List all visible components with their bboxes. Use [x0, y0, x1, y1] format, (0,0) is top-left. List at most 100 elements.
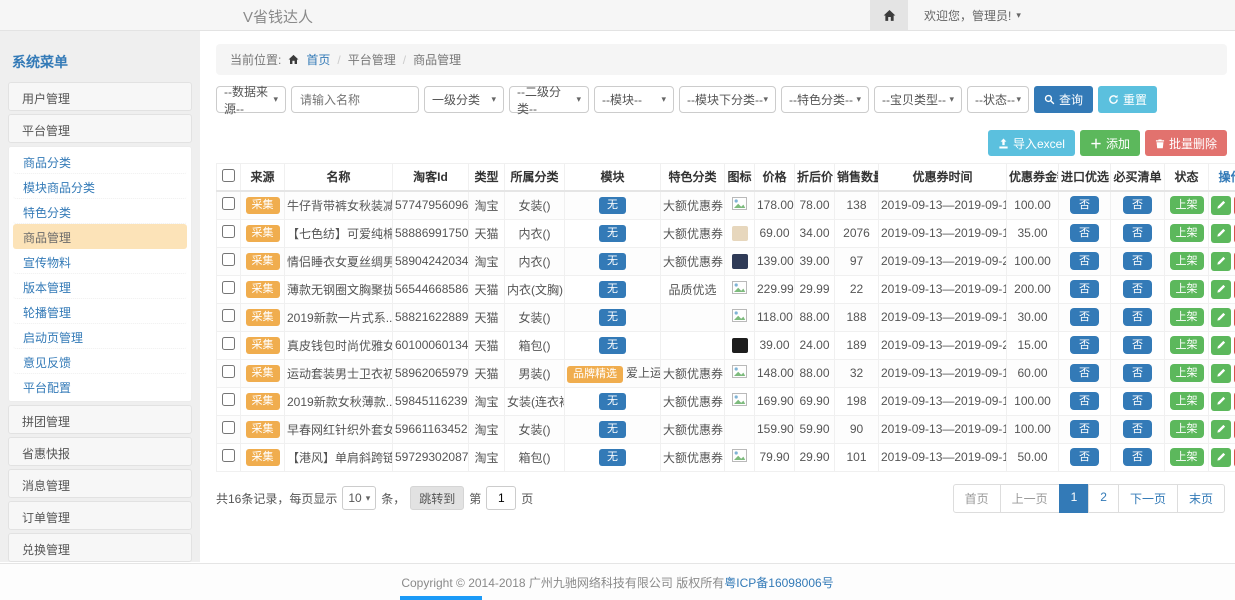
status-toggle[interactable]: 上架 — [1170, 392, 1204, 410]
sidebar-item-特色分类[interactable]: 特色分类 — [13, 199, 187, 224]
reset-button[interactable]: 重置 — [1098, 86, 1157, 113]
edit-button[interactable] — [1211, 392, 1231, 411]
import-select-toggle[interactable]: 否 — [1070, 196, 1099, 214]
status-toggle[interactable]: 上架 — [1170, 280, 1204, 298]
jump-page-input[interactable] — [486, 486, 516, 510]
status-toggle[interactable]: 上架 — [1170, 252, 1204, 270]
row-checkbox[interactable] — [222, 449, 235, 462]
filter-select-特色分类[interactable]: --特色分类--▾ — [781, 86, 869, 113]
per-page-select[interactable]: 10 ▾ — [342, 486, 376, 510]
edit-button[interactable] — [1211, 448, 1231, 467]
cell-sales: 2076 — [835, 219, 879, 247]
status-toggle[interactable]: 上架 — [1170, 196, 1204, 214]
pager-button-下一页[interactable]: 下一页 — [1118, 484, 1178, 513]
status-toggle[interactable]: 上架 — [1170, 420, 1204, 438]
import-select-toggle[interactable]: 否 — [1070, 392, 1099, 410]
must-buy-toggle[interactable]: 否 — [1123, 196, 1152, 214]
sidebar-group-兑换管理[interactable]: 兑换管理 — [8, 533, 192, 562]
status-toggle[interactable]: 上架 — [1170, 224, 1204, 242]
jump-button[interactable]: 跳转到 — [410, 486, 464, 510]
import-select-toggle[interactable]: 否 — [1070, 420, 1099, 438]
import-select-toggle[interactable]: 否 — [1070, 280, 1099, 298]
sidebar-item-平台配置[interactable]: 平台配置 — [13, 374, 187, 399]
must-buy-toggle[interactable]: 否 — [1123, 280, 1152, 298]
breadcrumb-home-link[interactable]: 首页 — [306, 51, 330, 68]
home-button[interactable] — [870, 0, 908, 30]
filter-select-模块下分类[interactable]: --模块下分类--▾ — [679, 86, 776, 113]
cell-source: 采集 — [241, 415, 285, 443]
edit-button[interactable] — [1211, 336, 1231, 355]
sidebar-group-平台管理[interactable]: 平台管理 — [8, 114, 192, 143]
pager-button-末页[interactable]: 末页 — [1177, 484, 1225, 513]
edit-button[interactable] — [1211, 196, 1231, 215]
icp-link[interactable]: 粤ICP备16098006号 — [724, 574, 833, 591]
sidebar-item-模块商品分类[interactable]: 模块商品分类 — [13, 174, 187, 199]
import-excel-button[interactable]: 导入excel — [988, 130, 1075, 156]
row-checkbox[interactable] — [222, 421, 235, 434]
import-select-toggle[interactable]: 否 — [1070, 308, 1099, 326]
edit-button[interactable] — [1211, 252, 1231, 271]
must-buy-toggle[interactable]: 否 — [1123, 308, 1152, 326]
pager-button-首页[interactable]: 首页 — [953, 484, 1001, 513]
cell-discount_price: 29.99 — [795, 275, 835, 303]
search-button[interactable]: 查询 — [1034, 86, 1093, 113]
sidebar-group-用户管理[interactable]: 用户管理 — [8, 82, 192, 111]
row-checkbox[interactable] — [222, 309, 235, 322]
row-checkbox[interactable] — [222, 393, 235, 406]
filter-select-状态[interactable]: --状态--▾ — [967, 86, 1029, 113]
filter-select-二级分类[interactable]: --二级分类--▾ — [509, 86, 589, 113]
status-toggle[interactable]: 上架 — [1170, 336, 1204, 354]
sidebar-item-轮播管理[interactable]: 轮播管理 — [13, 299, 187, 324]
sidebar-group-订单管理[interactable]: 订单管理 — [8, 501, 192, 530]
sidebar-item-意见反馈[interactable]: 意见反馈 — [13, 349, 187, 374]
must-buy-toggle[interactable]: 否 — [1123, 364, 1152, 382]
must-buy-toggle[interactable]: 否 — [1123, 420, 1152, 438]
status-toggle[interactable]: 上架 — [1170, 364, 1204, 382]
import-select-toggle[interactable]: 否 — [1070, 252, 1099, 270]
filter-select-宝贝类型[interactable]: --宝贝类型--▾ — [874, 86, 962, 113]
pager-button-上一页[interactable]: 上一页 — [1000, 484, 1060, 513]
sidebar-item-商品分类[interactable]: 商品分类 — [13, 149, 187, 174]
must-buy-toggle[interactable]: 否 — [1123, 224, 1152, 242]
status-toggle[interactable]: 上架 — [1170, 448, 1204, 466]
row-checkbox[interactable] — [222, 225, 235, 238]
row-checkbox[interactable] — [222, 337, 235, 350]
must-buy-toggle[interactable]: 否 — [1123, 448, 1152, 466]
add-button[interactable]: ＋ 添加 — [1080, 130, 1140, 156]
sidebar-item-商品管理[interactable]: 商品管理 — [13, 224, 187, 249]
import-select-toggle[interactable]: 否 — [1070, 448, 1099, 466]
edit-button[interactable] — [1211, 364, 1231, 383]
must-buy-toggle[interactable]: 否 — [1123, 336, 1152, 354]
select-all-checkbox[interactable] — [222, 169, 235, 182]
filter-select-模块[interactable]: --模块--▾ — [594, 86, 674, 113]
sidebar-group-省惠快报[interactable]: 省惠快报 — [8, 437, 192, 466]
import-select-toggle[interactable]: 否 — [1070, 224, 1099, 242]
user-menu[interactable]: 欢迎您，管理员! ▾ — [908, 0, 1037, 30]
import-select-toggle[interactable]: 否 — [1070, 364, 1099, 382]
status-toggle[interactable]: 上架 — [1170, 308, 1204, 326]
import-select-toggle[interactable]: 否 — [1070, 336, 1099, 354]
sidebar-item-宣传物料[interactable]: 宣传物料 — [13, 249, 187, 274]
horizontal-scrollbar-thumb[interactable] — [400, 596, 482, 600]
row-checkbox[interactable] — [222, 197, 235, 210]
row-checkbox[interactable] — [222, 281, 235, 294]
must-buy-toggle[interactable]: 否 — [1123, 252, 1152, 270]
edit-button[interactable] — [1211, 224, 1231, 243]
pager-button-1[interactable]: 1 — [1059, 484, 1090, 513]
sidebar-group-消息管理[interactable]: 消息管理 — [8, 469, 192, 498]
module-badge: 无 — [599, 225, 626, 242]
sidebar-group-拼团管理[interactable]: 拼团管理 — [8, 405, 192, 434]
edit-button[interactable] — [1211, 420, 1231, 439]
row-checkbox[interactable] — [222, 365, 235, 378]
filter-select-数据来源[interactable]: --数据来源--▾ — [216, 86, 286, 113]
sidebar-item-版本管理[interactable]: 版本管理 — [13, 274, 187, 299]
must-buy-toggle[interactable]: 否 — [1123, 392, 1152, 410]
edit-button[interactable] — [1211, 308, 1231, 327]
filter-select-一级分类[interactable]: 一级分类▾ — [424, 86, 504, 113]
batch-delete-button[interactable]: 批量删除 — [1145, 130, 1227, 156]
row-checkbox[interactable] — [222, 253, 235, 266]
name-search-input[interactable] — [291, 86, 419, 113]
sidebar-item-启动页管理[interactable]: 启动页管理 — [13, 324, 187, 349]
edit-button[interactable] — [1211, 280, 1231, 299]
pager-button-2[interactable]: 2 — [1088, 484, 1119, 513]
